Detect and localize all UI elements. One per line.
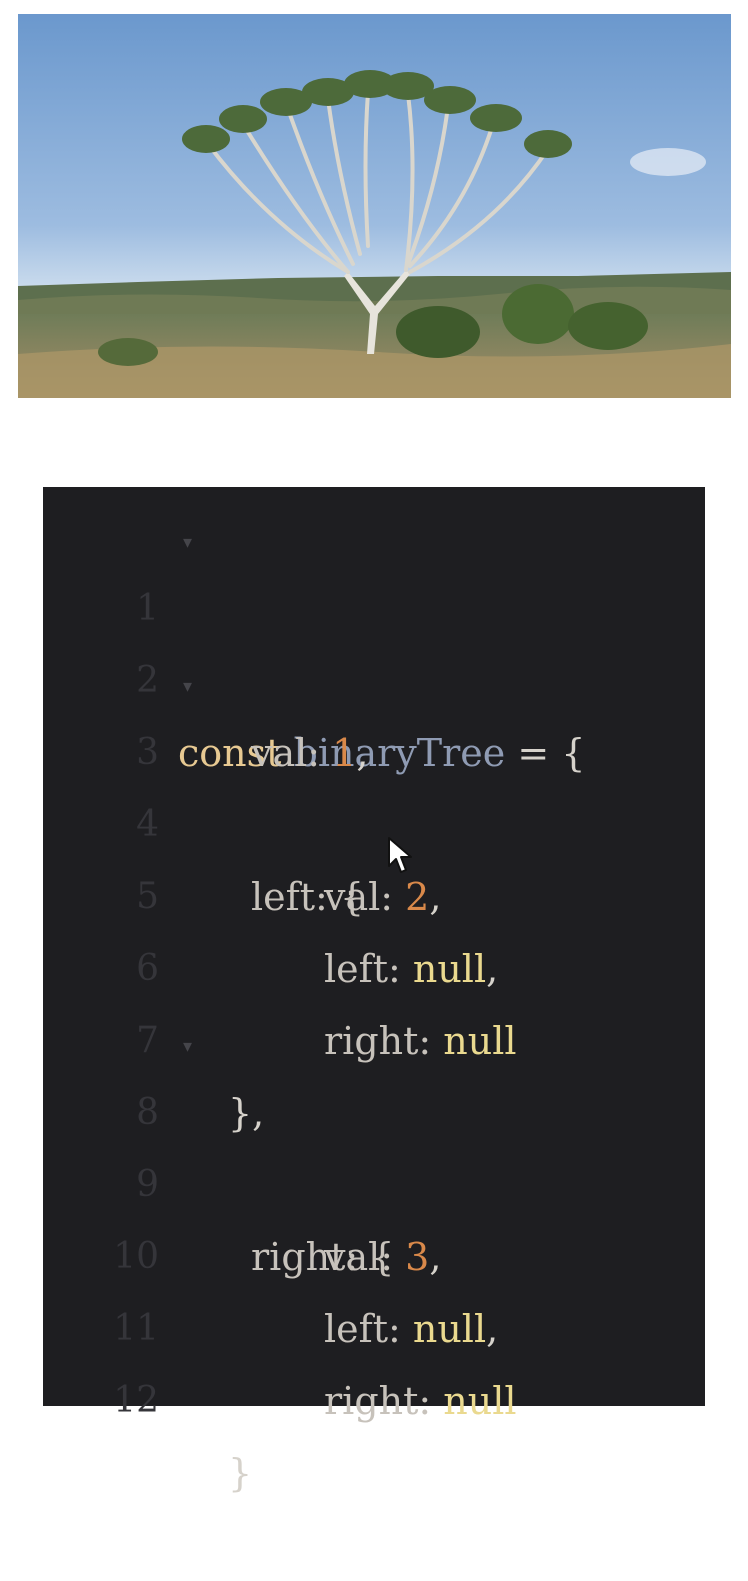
code-line: 9 val: 3, (43, 1077, 705, 1279)
code-text: } (228, 1451, 253, 1495)
code-line: 6 right: null (43, 861, 705, 1063)
code-line: 12 } (43, 1293, 705, 1495)
code-line: 10 left: null, (43, 1149, 705, 1351)
code-editor: 1 ▾ const binaryTree = { 2 val: 1, 3 ▾ l… (43, 487, 705, 1495)
fold-arrow-icon[interactable]: ▾ (183, 507, 192, 579)
mouse-pointer-icon (388, 837, 412, 873)
tree-photo (18, 14, 731, 398)
code-line: 1 ▾ const binaryTree = { (43, 501, 705, 775)
code-line: 3 ▾ left: { (43, 645, 705, 919)
fold-arrow-icon[interactable]: ▾ (183, 651, 192, 723)
code-line: 2 val: 1, (43, 573, 705, 775)
fold-arrow-icon[interactable]: ▾ (183, 1011, 192, 1083)
code-line: 7 }, (43, 933, 705, 1135)
code-line: 4 val: 2, (43, 717, 705, 919)
code-line: 13 }; (43, 1365, 705, 1405)
code-line: 8 ▾ right: { (43, 1005, 705, 1279)
code-line: 5 left: null, (43, 789, 705, 991)
code-line: 11 right: null (43, 1221, 705, 1423)
